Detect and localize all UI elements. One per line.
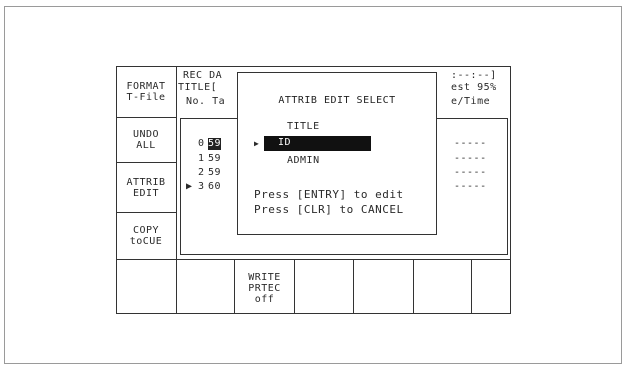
write-protect-button[interactable]: WRITE PRTEC off — [235, 262, 294, 314]
time-readout: :--:--] — [451, 70, 497, 81]
row-marker — [186, 167, 193, 179]
row-number: 1 — [198, 153, 205, 164]
row-number: 3 — [198, 181, 205, 192]
row-dashes: ----- — [454, 181, 487, 192]
help-clear-text: Press [CLR] to CANCEL — [254, 203, 404, 216]
softkey-4[interactable] — [295, 260, 353, 314]
row-marker: ▶ — [186, 181, 193, 192]
title-label: TITLE[ — [178, 82, 218, 93]
format-tfile-button[interactable]: FORMAT T-File — [116, 66, 176, 117]
copy-tocue-button[interactable]: COPY toCUE — [116, 213, 176, 259]
undo-all-line2: ALL — [136, 140, 156, 151]
row-dashes: ----- — [454, 153, 487, 164]
row-dashes: ----- — [454, 167, 487, 178]
row-value: 60 — [208, 181, 222, 192]
help-entry-text: Press [ENTRY] to edit — [254, 188, 404, 201]
option-admin[interactable]: ADMIN — [287, 155, 320, 167]
attrib-edit-line1: ATTRIB — [126, 176, 166, 188]
write-protect-line3: off — [254, 293, 275, 305]
attrib-edit-button[interactable]: ATTRIB EDIT — [116, 163, 176, 212]
softkey-7[interactable] — [472, 260, 511, 314]
datetime-header: e/Time — [451, 96, 491, 107]
row-marker — [186, 153, 193, 165]
row-number: 0 — [198, 138, 205, 149]
softkey-2[interactable] — [177, 260, 234, 314]
row-marker — [186, 138, 193, 150]
option-id[interactable]: ID — [278, 137, 291, 149]
format-tfile-line2: T-File — [126, 91, 166, 103]
dialog-title: ATTRIB EDIT SELECT — [278, 95, 396, 106]
softkey-1[interactable] — [116, 260, 176, 314]
copy-tocue-line2: toCUE — [129, 236, 163, 247]
row-value: 59 — [208, 167, 222, 178]
format-tfile-line1: FORMAT — [126, 80, 166, 92]
rec-date-label: REC DA — [183, 70, 223, 81]
undo-all-line1: UNDO — [132, 129, 160, 140]
write-protect-line2: PRTEC — [248, 282, 281, 294]
estimate-readout: est 95% — [451, 82, 497, 93]
attrib-edit-line2: EDIT — [132, 187, 160, 199]
columns-label: No. Ta — [186, 96, 226, 107]
row-value: 59 — [208, 138, 222, 150]
row-value: 59 — [208, 153, 222, 164]
row-dashes: ----- — [454, 138, 487, 149]
softkey-6[interactable] — [414, 260, 471, 314]
undo-all-button[interactable]: UNDO ALL — [116, 118, 176, 162]
row-number: 2 — [198, 167, 205, 178]
selection-arrow-icon: ▶ — [254, 139, 260, 148]
option-title[interactable]: TITLE — [287, 121, 320, 133]
copy-tocue-line1: COPY — [132, 225, 160, 236]
softkey-5[interactable] — [354, 260, 413, 314]
write-protect-line1: WRITE — [248, 271, 281, 283]
